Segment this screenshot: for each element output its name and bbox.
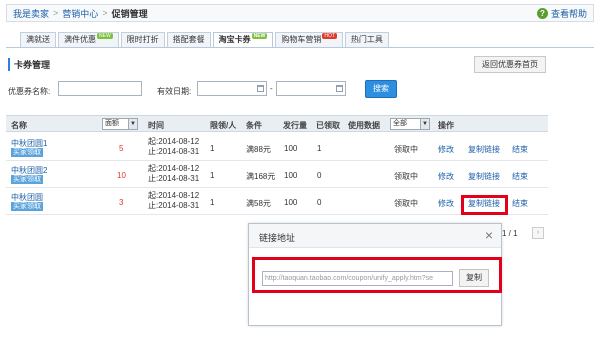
breadcrumb-seller[interactable]: 我是卖家 — [13, 7, 49, 20]
col-time: 时间 — [148, 121, 164, 130]
chevron-down-icon: ▼ — [128, 119, 137, 129]
tab-label: 淘宝卡券 — [218, 35, 251, 44]
back-to-coupon-home-button[interactable]: 返回优惠券首页 — [474, 56, 546, 73]
tab-label: 购物车营销 — [281, 35, 322, 44]
help-link[interactable]: ? 查看帮助 — [536, 7, 587, 20]
coupon-tag: 买家领取 — [11, 148, 43, 157]
edit-link[interactable]: 修改 — [438, 144, 454, 155]
col-usage: 使用数据 — [348, 121, 380, 130]
table-row: 中秋团圆2 买家领取 10 起:2014-08-12 止:2014-08-31 … — [6, 161, 548, 188]
breadcrumb-current: 促销管理 — [111, 8, 148, 19]
calendar-icon[interactable] — [336, 85, 343, 92]
table-header: 名称 面额 ▼ 时间 限领/人 条件 发行量 已领取 使用数据 全部 ▼ 操作 — [6, 115, 548, 132]
coupon-issued: 100 — [284, 171, 298, 180]
help-icon: ? — [536, 8, 548, 19]
coupon-start: 起:2014-08-12 — [148, 191, 200, 200]
col-name: 名称 — [11, 121, 27, 130]
calendar-icon[interactable] — [257, 85, 264, 92]
date-separator: - — [270, 84, 273, 93]
coupon-claimed: 0 — [317, 198, 322, 207]
coupon-issued: 100 — [284, 144, 298, 153]
tab-label: 搭配套餐 — [172, 35, 205, 44]
end-link[interactable]: 结束 — [512, 171, 528, 182]
coupon-end: 止:2014-08-31 — [148, 147, 200, 156]
breadcrumb-separator: > — [53, 8, 59, 18]
tab-label: 满就送 — [26, 35, 50, 44]
tab-xianshi[interactable]: 限时打折 — [120, 32, 165, 47]
coupon-face-value: 3 — [119, 198, 124, 207]
end-link[interactable]: 结束 — [512, 144, 528, 155]
coupon-limit: 1 — [210, 144, 215, 153]
tab-label: 满件优惠 — [64, 35, 96, 44]
coupon-end: 止:2014-08-31 — [148, 201, 200, 210]
tab-divider — [6, 47, 594, 48]
col-ops: 操作 — [438, 121, 454, 130]
close-icon[interactable]: × — [485, 227, 493, 243]
new-badge: NEW — [251, 33, 268, 39]
coupon-tag: 买家领取 — [11, 175, 43, 184]
dialog-header: 链接地址 × — [249, 224, 501, 248]
search-button[interactable]: 搜索 — [365, 80, 397, 98]
breadcrumb: 我是卖家 > 营销中心 > 促销管理 ? 查看帮助 — [6, 4, 594, 22]
table-row: 中秋团圆1 买家领取 5 起:2014-08-12 止:2014-08-31 1… — [6, 134, 548, 161]
tab-label: 热门工具 — [350, 35, 383, 44]
next-page-icon[interactable]: › — [532, 227, 544, 239]
dialog-title: 链接地址 — [259, 233, 296, 243]
coupon-face-value: 5 — [119, 144, 124, 153]
help-label: 查看帮助 — [550, 9, 587, 19]
tab-dapei[interactable]: 搭配套餐 — [166, 32, 211, 47]
breadcrumb-separator: > — [102, 8, 108, 18]
coupon-limit: 1 — [210, 198, 215, 207]
coupon-tag: 买家领取 — [11, 202, 43, 211]
col-claimed: 已领取 — [316, 121, 340, 130]
copy-link-button[interactable]: 复制链接 — [468, 171, 500, 182]
status-filter-label: 全部 — [393, 120, 407, 127]
hot-badge: HOT — [322, 33, 337, 39]
coupon-status: 领取中 — [394, 199, 418, 208]
new-badge: NEW — [97, 33, 113, 39]
tab-bar: 满就送 满件优惠 NEW 限时打折 搭配套餐 淘宝卡券 NEW 购物车营销 HOT 热… — [20, 32, 391, 48]
chevron-down-icon: ▼ — [420, 119, 429, 129]
tab-kaquan[interactable]: 淘宝卡券 NEW — [212, 32, 274, 48]
tab-manjiusong[interactable]: 满就送 — [20, 32, 56, 47]
url-field[interactable]: http://taoquan.taobao.com/coupon/unify_a… — [262, 271, 453, 286]
tab-hot-tools[interactable]: 热门工具 — [344, 32, 389, 47]
section-title: 卡券管理 — [8, 58, 50, 71]
coupon-face-value: 10 — [117, 171, 126, 180]
face-sort-select[interactable]: 面额 ▼ — [102, 118, 138, 130]
tab-manjian[interactable]: 满件优惠 NEW — [58, 32, 119, 47]
edit-link[interactable]: 修改 — [438, 198, 454, 209]
end-link[interactable]: 结束 — [512, 198, 528, 209]
status-filter-select[interactable]: 全部 ▼ — [390, 118, 430, 130]
end-date-input[interactable] — [276, 81, 346, 96]
coupon-start: 起:2014-08-12 — [148, 137, 200, 146]
edit-link[interactable]: 修改 — [438, 171, 454, 182]
coupon-status: 领取中 — [394, 145, 418, 154]
col-issued: 发行量 — [283, 121, 307, 130]
col-limit: 限领/人 — [210, 121, 237, 130]
valid-date-label: 有效日期: — [157, 87, 192, 96]
tab-cart[interactable]: 购物车营销 HOT — [275, 32, 343, 47]
coupon-limit: 1 — [210, 171, 215, 180]
face-sort-label: 面额 — [105, 120, 119, 127]
coupon-condition: 满58元 — [246, 199, 271, 208]
copy-link-highlight — [461, 195, 508, 215]
coupon-name-label: 优惠券名称: — [8, 87, 51, 96]
copy-link-button[interactable]: 复制链接 — [468, 144, 500, 155]
coupon-condition: 满88元 — [246, 145, 271, 154]
page-indicator: 1 / 1 — [502, 229, 518, 238]
tab-label: 限时打折 — [126, 35, 159, 44]
col-condition: 条件 — [246, 121, 262, 130]
coupon-claimed: 1 — [317, 144, 322, 153]
coupon-status: 领取中 — [394, 172, 418, 181]
coupon-claimed: 0 — [317, 171, 322, 180]
start-date-input[interactable] — [197, 81, 267, 96]
coupon-end: 止:2014-08-31 — [148, 174, 200, 183]
coupon-condition: 满168元 — [246, 172, 276, 181]
breadcrumb-marketing[interactable]: 营销中心 — [62, 7, 98, 20]
coupon-issued: 100 — [284, 198, 298, 207]
coupon-start: 起:2014-08-12 — [148, 164, 200, 173]
copy-button[interactable]: 复制 — [459, 269, 489, 287]
coupon-name-input[interactable] — [58, 81, 142, 96]
